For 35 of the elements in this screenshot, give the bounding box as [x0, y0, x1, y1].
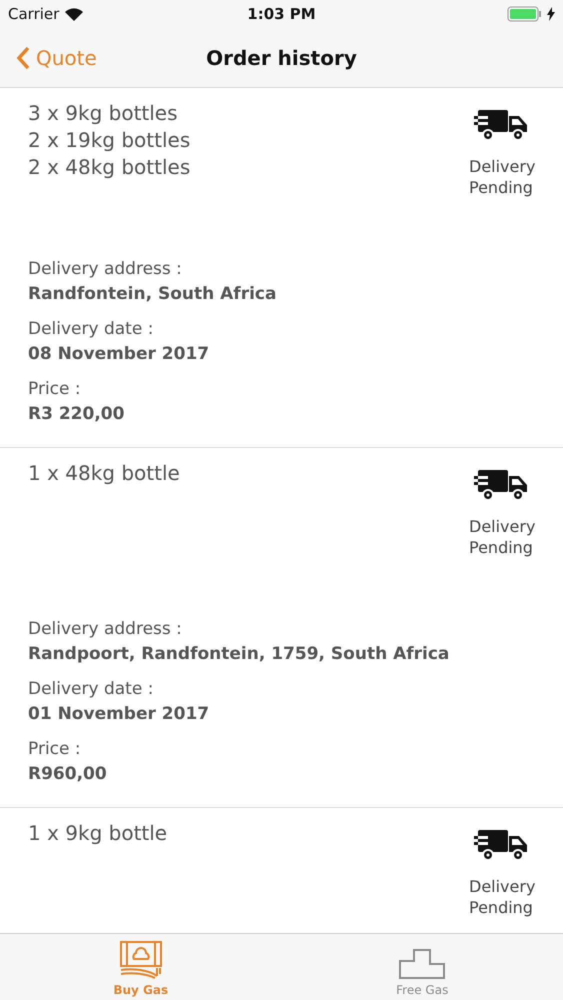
detail-value: 01 November 2017 [28, 703, 210, 726]
detail-label: Delivery address : [28, 618, 183, 641]
delivery-status: Delivery Pending [469, 876, 535, 918]
order-item: 1 x 48kg bottle [28, 460, 180, 487]
detail-value: Randfontein, South Africa [28, 283, 278, 306]
order-item: 3 x 9kg bottles [28, 100, 179, 127]
delivery-status: Delivery Pending [469, 156, 535, 198]
chevron-left-icon [16, 46, 30, 70]
banknote-icon [120, 941, 162, 979]
detail-value: 08 November 2017 [28, 343, 210, 366]
screen-title: Order history [206, 46, 357, 70]
delivery-status: Delivery Pending [469, 516, 535, 558]
wifi-icon [65, 8, 84, 20]
order-item: 2 x 48kg bottles [28, 154, 190, 181]
carrier-label: Carrier [8, 5, 60, 23]
detail-label: Price : [28, 378, 82, 401]
truck-icon [474, 108, 530, 142]
back-button[interactable]: Quote [0, 46, 97, 70]
detail-value: Randpoort, Randfontein, 1759, South Africa [28, 643, 450, 666]
truck-icon [474, 468, 530, 502]
detail-value: R960,00 [28, 763, 108, 786]
podium-icon [399, 949, 446, 979]
battery-icon [506, 6, 543, 22]
tab-bar-item[interactable]: Free Gas [282, 934, 563, 1000]
order-item: 2 x 19kg bottles [28, 127, 190, 154]
clock-time: 1:03 PM [247, 5, 316, 23]
detail-value: R3 220,00 [28, 403, 126, 426]
detail-label: Price : [28, 738, 82, 761]
detail-label: Delivery date : [28, 678, 154, 701]
order-item: 1 x 9kg bottle [28, 820, 168, 847]
truck-icon [474, 828, 530, 862]
charging-icon [546, 7, 555, 21]
detail-label: Delivery address : [28, 258, 183, 281]
detail-label: Delivery date : [28, 318, 154, 341]
tab-bar-item[interactable]: Buy Gas [0, 934, 282, 1000]
